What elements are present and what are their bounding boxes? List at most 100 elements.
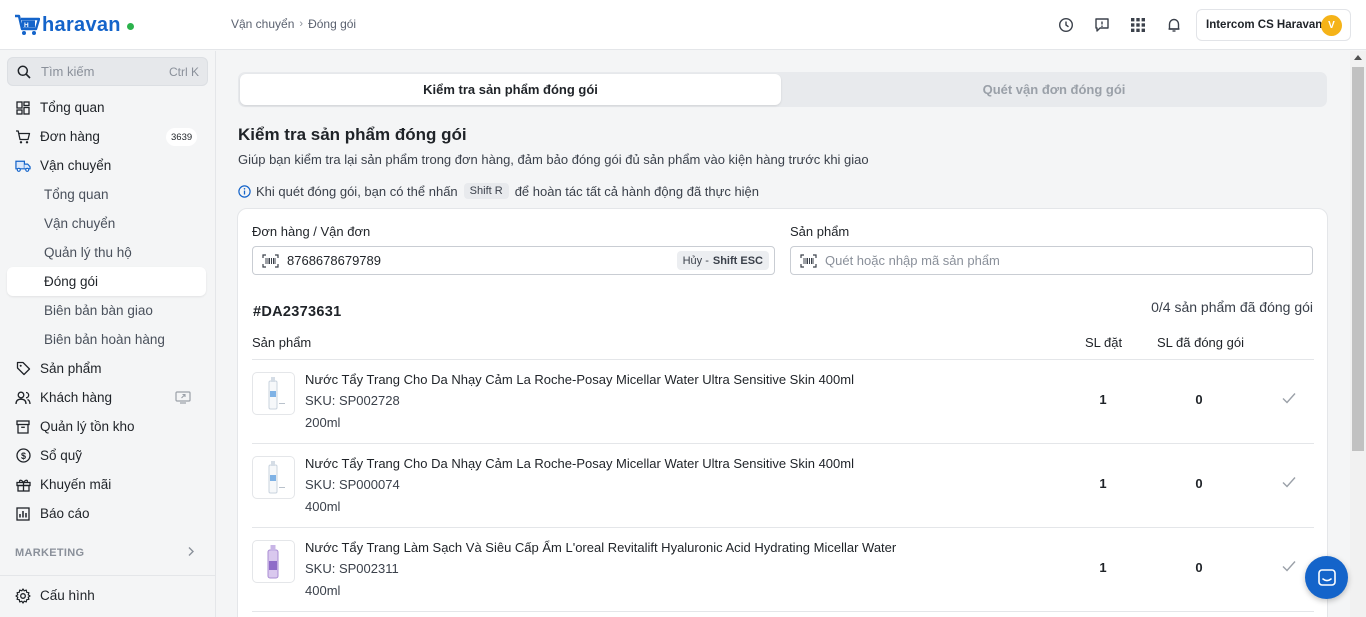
sidebar-subitem-shipping-overview[interactable]: Tổng quan bbox=[0, 180, 216, 209]
sidebar-item-label: Báo cáo bbox=[40, 506, 90, 521]
sidebar-divider bbox=[0, 575, 215, 576]
scroll-up-arrow-icon[interactable] bbox=[1354, 55, 1362, 60]
sidebar-item-label: Sổ quỹ bbox=[40, 448, 83, 463]
sidebar: Tìm kiếm Ctrl K Tổng quan Đơn hàng 3639 … bbox=[0, 51, 216, 617]
dashboard-icon bbox=[15, 100, 31, 116]
sidebar-item-label: Khuyến mãi bbox=[40, 477, 112, 492]
main-content: Kiểm tra sản phẩm đóng gói Quét vận đơn … bbox=[216, 51, 1350, 617]
sidebar-item-reports[interactable]: Báo cáo bbox=[0, 499, 216, 528]
cancel-label: Hủy - bbox=[682, 254, 709, 267]
sidebar-subitem-cod-management[interactable]: Quản lý thu hộ bbox=[0, 238, 216, 267]
product-thumbnail bbox=[252, 456, 295, 499]
check-icon bbox=[1282, 560, 1296, 575]
sidebar-item-label: Vận chuyển bbox=[40, 158, 112, 173]
truck-icon bbox=[15, 158, 31, 174]
breadcrumb-parent[interactable]: Vận chuyển bbox=[231, 17, 294, 31]
page-title: Kiểm tra sản phẩm đóng gói bbox=[238, 125, 467, 144]
cancel-shortcut-button[interactable]: Hủy - Shift ESC bbox=[676, 251, 769, 270]
sidebar-item-label: Cấu hình bbox=[40, 588, 95, 603]
sidebar-subitem-return-records[interactable]: Biên bản hoàn hàng bbox=[0, 325, 216, 354]
page-scrollbar[interactable] bbox=[1350, 51, 1366, 617]
ordered-qty: 1 bbox=[1099, 560, 1107, 575]
search-shortcut: Ctrl K bbox=[169, 65, 199, 79]
product-variant: 200ml bbox=[305, 415, 341, 430]
sidebar-item-promotions[interactable]: Khuyến mãi bbox=[0, 470, 216, 499]
marketing-section-toggle[interactable]: MARKETING bbox=[15, 547, 195, 559]
sidebar-item-products[interactable]: Sản phẩm bbox=[0, 354, 216, 383]
sidebar-config: Cấu hình bbox=[0, 581, 216, 610]
sidebar-nav: Tổng quan Đơn hàng 3639 Vận chuyển Tổng … bbox=[0, 93, 216, 528]
packed-qty: 0 bbox=[1195, 392, 1203, 407]
column-header-packed: SL đã đóng gói bbox=[1157, 335, 1244, 350]
sidebar-item-orders[interactable]: Đơn hàng 3639 bbox=[0, 122, 216, 151]
product-input-placeholder: Quét hoặc nhập mã sản phẩm bbox=[825, 253, 1000, 268]
apps-grid-icon[interactable] bbox=[1127, 14, 1149, 36]
barcode-icon bbox=[262, 254, 279, 271]
gift-icon bbox=[15, 477, 31, 493]
product-name: Nước Tẩy Trang Cho Da Nhạy Cảm La Roche-… bbox=[305, 372, 854, 387]
product-variant: 400ml bbox=[305, 583, 341, 598]
product-scan-input[interactable]: Quét hoặc nhập mã sản phẩm bbox=[790, 246, 1313, 275]
history-icon[interactable] bbox=[1055, 14, 1077, 36]
tab-scan-waybill[interactable]: Quét vận đơn đóng gói bbox=[783, 74, 1325, 105]
sidebar-item-shipping[interactable]: Vận chuyển bbox=[0, 151, 216, 180]
product-thumbnail bbox=[252, 372, 295, 415]
table-row: Nước Tẩy Trang Làm Sạch Và Siêu Cấp Ẩm L… bbox=[252, 527, 1314, 611]
users-icon bbox=[15, 390, 31, 406]
column-header-ordered: SL đặt bbox=[1085, 335, 1123, 350]
order-waybill-input[interactable]: 8768678679789 Hủy - Shift ESC bbox=[252, 246, 775, 275]
sidebar-subitem-handover-records[interactable]: Biên bản bàn giao bbox=[0, 296, 216, 325]
scrollbar-thumb[interactable] bbox=[1352, 67, 1364, 451]
sidebar-item-settings[interactable]: Cấu hình bbox=[0, 581, 216, 610]
undo-hint: Khi quét đóng gói, bạn có thể nhấn Shift… bbox=[238, 183, 759, 199]
sidebar-item-label: Quản lý tồn kho bbox=[40, 419, 135, 434]
page-description: Giúp bạn kiểm tra lại sản phẩm trong đơn… bbox=[238, 152, 869, 167]
tag-icon bbox=[15, 361, 31, 377]
sidebar-item-cashbook[interactable]: $ Sổ quỹ bbox=[0, 441, 216, 470]
breadcrumb: Vận chuyển › Đóng gói bbox=[231, 17, 356, 31]
order-code: #DA2373631 bbox=[253, 304, 342, 320]
product-thumbnail bbox=[252, 540, 295, 583]
check-icon bbox=[1282, 392, 1296, 407]
sidebar-item-customers[interactable]: Khách hàng bbox=[0, 383, 216, 412]
table-row: Nước Tẩy Trang Cho Da Nhạy Cảm La Roche-… bbox=[252, 359, 1314, 443]
sidebar-item-overview[interactable]: Tổng quan bbox=[0, 93, 216, 122]
orders-count-badge: 3639 bbox=[166, 128, 198, 146]
product-name: Nước Tẩy Trang Cho Da Nhạy Cảm La Roche-… bbox=[305, 456, 854, 471]
breadcrumb-chevron-icon: › bbox=[299, 18, 304, 30]
chat-icon bbox=[1317, 568, 1336, 586]
box-icon bbox=[15, 419, 31, 435]
sidebar-item-inventory[interactable]: Quản lý tồn kho bbox=[0, 412, 216, 441]
sidebar-item-label: Khách hàng bbox=[40, 390, 113, 405]
column-header-product: Sản phẩm bbox=[252, 335, 312, 350]
sidebar-subitem-packing[interactable]: Đóng gói bbox=[7, 267, 206, 296]
account-menu[interactable]: Intercom CS Haravan V bbox=[1196, 9, 1351, 41]
sidebar-item-label: Sản phẩm bbox=[40, 361, 102, 376]
order-input-value: 8768678679789 bbox=[287, 253, 381, 268]
open-screen-icon[interactable] bbox=[175, 391, 191, 407]
packing-card: Đơn hàng / Vận đơn 8768678679789 Hủy - S… bbox=[237, 208, 1328, 617]
sidebar-subitem-shipments[interactable]: Vận chuyển bbox=[0, 209, 216, 238]
packed-qty: 0 bbox=[1195, 476, 1203, 491]
svg-text:H: H bbox=[24, 22, 29, 29]
hint-text-before: Khi quét đóng gói, bạn có thể nhấn bbox=[256, 183, 458, 199]
hint-shortcut-key: Shift R bbox=[463, 183, 509, 199]
product-variant: 400ml bbox=[305, 499, 341, 514]
product-field-label: Sản phẩm bbox=[790, 224, 850, 239]
feedback-icon[interactable] bbox=[1091, 14, 1113, 36]
notification-bell-icon[interactable] bbox=[1163, 14, 1185, 36]
search-placeholder: Tìm kiếm bbox=[41, 64, 95, 79]
avatar: V bbox=[1321, 15, 1342, 36]
hint-text-after: để hoàn tác tất cả hành động đã thực hiệ… bbox=[514, 183, 760, 199]
product-name: Nước Tẩy Trang Làm Sạch Và Siêu Cấp Ẩm L… bbox=[305, 540, 897, 555]
product-sku: SKU: SP002728 bbox=[305, 393, 400, 408]
marketing-label: MARKETING bbox=[15, 547, 85, 559]
tab-check-products[interactable]: Kiểm tra sản phẩm đóng gói bbox=[240, 74, 781, 105]
table-row: Nước Tẩy Trang Cho Da Nhạy Cảm La Roche-… bbox=[252, 443, 1314, 527]
svg-text:$: $ bbox=[20, 451, 25, 461]
haravan-logo[interactable]: H haravan bbox=[14, 13, 134, 37]
search-icon bbox=[17, 65, 31, 79]
chat-launcher-button[interactable] bbox=[1305, 556, 1348, 599]
sidebar-search[interactable]: Tìm kiếm Ctrl K bbox=[7, 57, 208, 86]
chart-icon bbox=[15, 506, 31, 522]
